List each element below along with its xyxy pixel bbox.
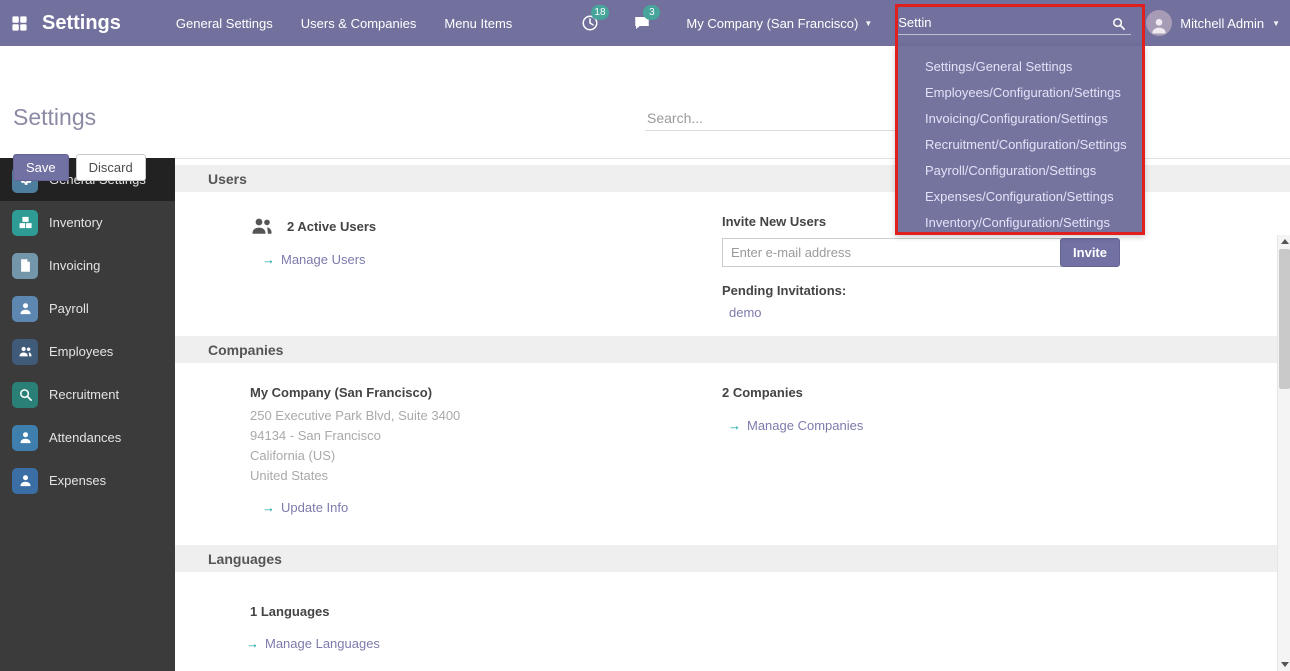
person-icon <box>1149 16 1169 36</box>
languages-section: 1 Languages → Manage Languages <box>175 572 1290 667</box>
apps-menu-button[interactable] <box>0 0 38 46</box>
sidebar-item-expenses[interactable]: Expenses <box>0 459 175 502</box>
top-navbar: Settings General Settings Users & Compan… <box>0 0 1290 46</box>
manage-languages-link[interactable]: → Manage Languages <box>246 636 380 651</box>
arrow-right-icon: → <box>246 636 259 651</box>
navbar-search-input[interactable] <box>896 11 1131 35</box>
apps-grid-icon <box>11 15 28 32</box>
sidebar-item-label: Inventory <box>49 215 102 230</box>
arrow-right-icon: → <box>262 252 275 267</box>
address-line: United States <box>250 466 722 486</box>
search-suggestion[interactable]: Recruitment/Configuration/Settings <box>895 132 1145 158</box>
chevron-down-icon: ▼ <box>864 19 872 28</box>
payroll-icon <box>12 296 38 322</box>
invoicing-icon <box>12 253 38 279</box>
companies-count: 2 Companies <box>722 385 1115 400</box>
update-info-link[interactable]: → Update Info <box>262 500 348 515</box>
activities-badge: 18 <box>591 5 608 20</box>
user-menu[interactable]: Mitchell Admin ▼ <box>1136 0 1290 46</box>
messages-badge: 3 <box>643 5 660 20</box>
page-title: Settings <box>13 104 96 131</box>
navbar-menu: General Settings Users & Companies Menu … <box>176 0 512 46</box>
scroll-up-arrow[interactable] <box>1278 235 1290 248</box>
company-switcher-label: My Company (San Francisco) <box>686 16 858 31</box>
companies-section: My Company (San Francisco) 250 Executive… <box>175 363 1290 531</box>
menu-item-users-companies[interactable]: Users & Companies <box>301 0 417 46</box>
user-avatar <box>1146 10 1172 36</box>
sidebar-item-attendances[interactable]: Attendances <box>0 416 175 459</box>
sidebar-item-label: Employees <box>49 344 113 359</box>
settings-sidebar: General Settings Inventory Invoicing Pay… <box>0 158 175 671</box>
address-line: 250 Executive Park Blvd, Suite 3400 <box>250 406 722 426</box>
sidebar-item-label: Payroll <box>49 301 89 316</box>
address-line: 94134 - San Francisco <box>250 426 722 446</box>
invite-input-group: Invite <box>722 238 1120 267</box>
sidebar-item-label: Attendances <box>49 430 121 445</box>
users-group-icon <box>250 214 274 238</box>
search-icon[interactable] <box>1111 16 1126 31</box>
recruitment-icon <box>12 382 38 408</box>
sidebar-item-label: Recruitment <box>49 387 119 402</box>
arrow-right-icon: → <box>262 500 275 515</box>
sidebar-item-employees[interactable]: Employees <box>0 330 175 373</box>
pending-user-link[interactable]: demo <box>729 305 762 320</box>
invite-email-input[interactable] <box>722 238 1062 267</box>
sidebar-item-recruitment[interactable]: Recruitment <box>0 373 175 416</box>
inventory-icon <box>12 210 38 236</box>
company-switcher[interactable]: My Company (San Francisco) ▼ <box>668 0 886 46</box>
settings-search-input[interactable] <box>645 106 895 131</box>
company-address: 250 Executive Park Blvd, Suite 3400 9413… <box>250 406 722 486</box>
user-name: Mitchell Admin <box>1180 16 1264 31</box>
active-users-count: 2 Active Users <box>287 219 376 234</box>
languages-count: 1 Languages <box>250 604 722 619</box>
employees-icon <box>12 339 38 365</box>
address-line: California (US) <box>250 446 722 466</box>
search-suggestion[interactable]: Inventory/Configuration/Settings <box>895 210 1145 236</box>
search-suggestion[interactable]: Employees/Configuration/Settings <box>895 80 1145 106</box>
search-suggestions-dropdown: Settings/General Settings Employees/Conf… <box>895 46 1145 235</box>
vertical-scrollbar[interactable] <box>1277 235 1290 671</box>
menu-item-general-settings[interactable]: General Settings <box>176 0 273 46</box>
sidebar-item-label: Expenses <box>49 473 106 488</box>
sidebar-item-inventory[interactable]: Inventory <box>0 201 175 244</box>
sidebar-item-payroll[interactable]: Payroll <box>0 287 175 330</box>
company-name: My Company (San Francisco) <box>250 385 722 400</box>
invite-button[interactable]: Invite <box>1060 238 1120 267</box>
sidebar-item-label: Invoicing <box>49 258 100 273</box>
save-button[interactable]: Save <box>13 154 69 181</box>
settings-search-box <box>645 106 895 131</box>
navbar-app-title: Settings <box>42 12 121 35</box>
control-panel-buttons: Save Discard <box>13 154 146 181</box>
pending-invitations-label: Pending Invitations: <box>722 283 1120 298</box>
scrollbar-thumb[interactable] <box>1279 249 1290 389</box>
section-header-languages: Languages <box>175 545 1290 572</box>
search-suggestion[interactable]: Invoicing/Configuration/Settings <box>895 106 1145 132</box>
discard-button[interactable]: Discard <box>76 154 146 181</box>
search-suggestion[interactable]: Expenses/Configuration/Settings <box>895 184 1145 210</box>
section-header-companies: Companies <box>175 336 1290 363</box>
scroll-down-arrow[interactable] <box>1278 658 1290 671</box>
manage-users-link[interactable]: → Manage Users <box>262 252 366 267</box>
activities-button[interactable]: 18 <box>577 10 603 36</box>
expenses-icon <box>12 468 38 494</box>
search-suggestion[interactable]: Settings/General Settings <box>895 54 1145 80</box>
menu-item-menu-items[interactable]: Menu Items <box>444 0 512 46</box>
messages-button[interactable]: 3 <box>629 10 655 36</box>
navbar-search-box <box>886 0 1136 46</box>
chevron-down-icon: ▼ <box>1272 19 1280 28</box>
systray: 18 3 My Company (San Francisco) ▼ Mitche… <box>564 0 1290 46</box>
sidebar-item-invoicing[interactable]: Invoicing <box>0 244 175 287</box>
attendances-icon <box>12 425 38 451</box>
search-suggestion[interactable]: Payroll/Configuration/Settings <box>895 158 1145 184</box>
arrow-right-icon: → <box>728 418 741 433</box>
manage-companies-link[interactable]: → Manage Companies <box>728 418 863 433</box>
